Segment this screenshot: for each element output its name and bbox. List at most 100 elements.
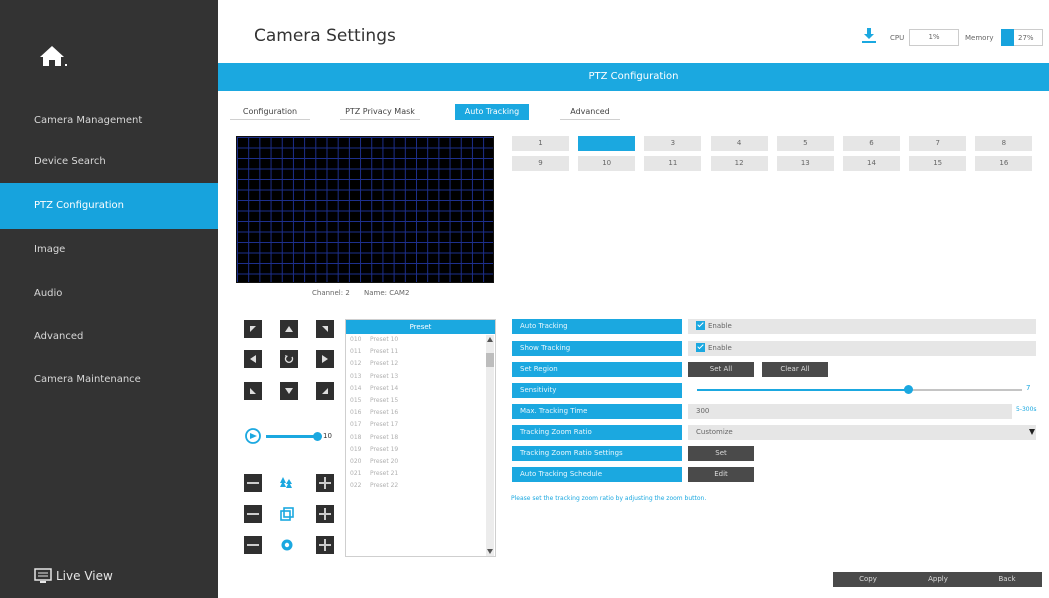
tab-ptz-privacy-mask[interactable]: PTZ Privacy Mask: [340, 104, 420, 120]
sidebar-item-image[interactable]: Image: [0, 227, 218, 273]
ptz-right-button[interactable]: [316, 350, 334, 368]
sensitivity-value: 7: [1026, 384, 1031, 392]
set-zoom-ratio-button[interactable]: Set: [688, 446, 754, 461]
speed-slider-track[interactable]: [266, 435, 316, 438]
cpu-label: CPU: [890, 34, 905, 42]
scroll-up-icon[interactable]: [487, 337, 493, 342]
app-window: Camera Management Device Search PTZ Conf…: [0, 0, 1049, 598]
preset-name: Preset 14: [370, 384, 399, 392]
channel-button-4[interactable]: 4: [710, 136, 768, 151]
preset-name: Preset 13: [370, 372, 399, 380]
live-view-button[interactable]: Live View: [34, 568, 113, 584]
zoom-out-button[interactable]: [244, 474, 262, 492]
channel-button-10[interactable]: 10: [578, 156, 636, 171]
sidebar-item-device-search[interactable]: Device Search: [0, 139, 218, 185]
channel-button-13[interactable]: 13: [776, 156, 834, 171]
channel-button-16[interactable]: 16: [975, 156, 1033, 171]
sidebar-item-camera-management[interactable]: Camera Management: [0, 98, 218, 144]
speed-slider-handle[interactable]: [313, 432, 322, 441]
preset-name: Preset 18: [370, 433, 399, 441]
preset-number: 020: [350, 457, 362, 465]
ptz-auto-scan-button[interactable]: [280, 350, 298, 368]
ptz-down-left-button[interactable]: [244, 382, 262, 400]
focus-far-button[interactable]: [316, 505, 334, 523]
tab-auto-tracking[interactable]: Auto Tracking: [455, 104, 529, 120]
preset-row[interactable]: 012 Preset 12: [346, 358, 495, 370]
preset-row[interactable]: 011 Preset 11: [346, 346, 495, 358]
channel-button-3[interactable]: 3: [644, 136, 702, 151]
apply-button[interactable]: Apply: [903, 572, 973, 587]
ptz-down-right-button[interactable]: [316, 382, 334, 400]
preset-row[interactable]: 016 Preset 16: [346, 407, 495, 419]
channel-button-7[interactable]: 7: [909, 136, 967, 151]
scroll-down-icon[interactable]: [487, 549, 493, 554]
iris-close-button[interactable]: [244, 536, 262, 554]
tab-configuration[interactable]: Configuration: [230, 104, 310, 120]
preset-number: 019: [350, 445, 362, 453]
ptz-left-button[interactable]: [244, 350, 262, 368]
show-tracking-enable-label[interactable]: Enable: [708, 344, 732, 352]
channel-button-11[interactable]: 11: [644, 156, 702, 171]
preset-row[interactable]: 013 Preset 13: [346, 371, 495, 383]
back-button[interactable]: Back: [972, 572, 1042, 587]
channel-button-12[interactable]: 12: [710, 156, 768, 171]
auto-tracking-field: Enable: [688, 319, 1036, 334]
preset-scrollbar-thumb[interactable]: [486, 353, 494, 367]
iris-open-button[interactable]: [316, 536, 334, 554]
preset-row[interactable]: 021 Preset 21: [346, 468, 495, 480]
memory-usage-value: 27%: [1018, 34, 1034, 42]
auto-tracking-enable-label[interactable]: Enable: [708, 322, 732, 330]
sidebar-item-camera-maintenance[interactable]: Camera Maintenance: [0, 357, 218, 403]
tracking-zoom-ratio-select[interactable]: Customize: [688, 425, 1036, 440]
sidebar-item-audio[interactable]: Audio: [0, 271, 218, 317]
preset-list: Preset 010 Preset 10 011 Preset 11 012 Preset…: [345, 319, 496, 557]
set-all-button[interactable]: Set All: [688, 362, 754, 377]
preset-row[interactable]: 018 Preset 18: [346, 432, 495, 444]
auto-tracking-checkbox[interactable]: [696, 321, 705, 330]
preset-scrollbar[interactable]: [486, 335, 494, 556]
channel-button-2[interactable]: 2: [578, 136, 636, 151]
edit-schedule-button[interactable]: Edit: [688, 467, 754, 482]
ptz-down-button[interactable]: [280, 382, 298, 400]
preset-row[interactable]: 022 Preset 22: [346, 480, 495, 492]
ptz-up-button[interactable]: [280, 320, 298, 338]
show-tracking-checkbox[interactable]: [696, 343, 705, 352]
preset-rows: 010 Preset 10 011 Preset 11 012 Preset 12 013 P…: [346, 334, 495, 492]
preset-row[interactable]: 014 Preset 14: [346, 383, 495, 395]
channel-button-14[interactable]: 14: [843, 156, 900, 171]
sidebar-item-ptz-configuration[interactable]: PTZ Configuration: [0, 183, 218, 229]
speed-icon: [245, 428, 261, 444]
memory-usage-bar: [1001, 29, 1014, 46]
clear-all-button[interactable]: Clear All: [762, 362, 828, 377]
focus-near-button[interactable]: [244, 505, 262, 523]
ptz-up-right-button[interactable]: [316, 320, 334, 338]
preset-row[interactable]: 020 Preset 20: [346, 456, 495, 468]
sensitivity-slider-handle[interactable]: [904, 385, 913, 394]
tab-advanced[interactable]: Advanced: [560, 104, 620, 120]
channel-button-6[interactable]: 6: [843, 136, 900, 151]
sensitivity-slider-track[interactable]: [909, 389, 1022, 391]
zoom-in-button[interactable]: [316, 474, 334, 492]
preset-name: Preset 21: [370, 470, 399, 478]
download-icon[interactable]: [862, 28, 876, 44]
channel-button-9[interactable]: 9: [512, 156, 569, 171]
sidebar-item-advanced[interactable]: Advanced: [0, 314, 218, 360]
copy-button[interactable]: Copy: [833, 572, 903, 587]
sensitivity-slider-fill[interactable]: [697, 389, 909, 391]
channel-button-15[interactable]: 15: [909, 156, 967, 171]
channel-button-5[interactable]: 5: [776, 136, 834, 151]
channel-button-1[interactable]: 1: [512, 136, 569, 151]
preset-row[interactable]: 010 Preset 10: [346, 334, 495, 346]
zoom-ratio-hint: Please set the tracking zoom ratio by ad…: [511, 495, 707, 502]
preset-row[interactable]: 015 Preset 15: [346, 395, 495, 407]
home-icon[interactable]: [38, 44, 68, 68]
preset-row[interactable]: 019 Preset 19: [346, 444, 495, 456]
preset-row[interactable]: 017 Preset 17: [346, 419, 495, 431]
max-tracking-time-input[interactable]: 300: [688, 404, 1012, 419]
tracking-region-preview[interactable]: [236, 136, 494, 283]
chevron-down-icon[interactable]: [1029, 429, 1035, 435]
monitor-icon: [34, 568, 52, 583]
ptz-up-left-button[interactable]: [244, 320, 262, 338]
arrow-left-icon: [250, 355, 256, 363]
channel-button-8[interactable]: 8: [975, 136, 1033, 151]
